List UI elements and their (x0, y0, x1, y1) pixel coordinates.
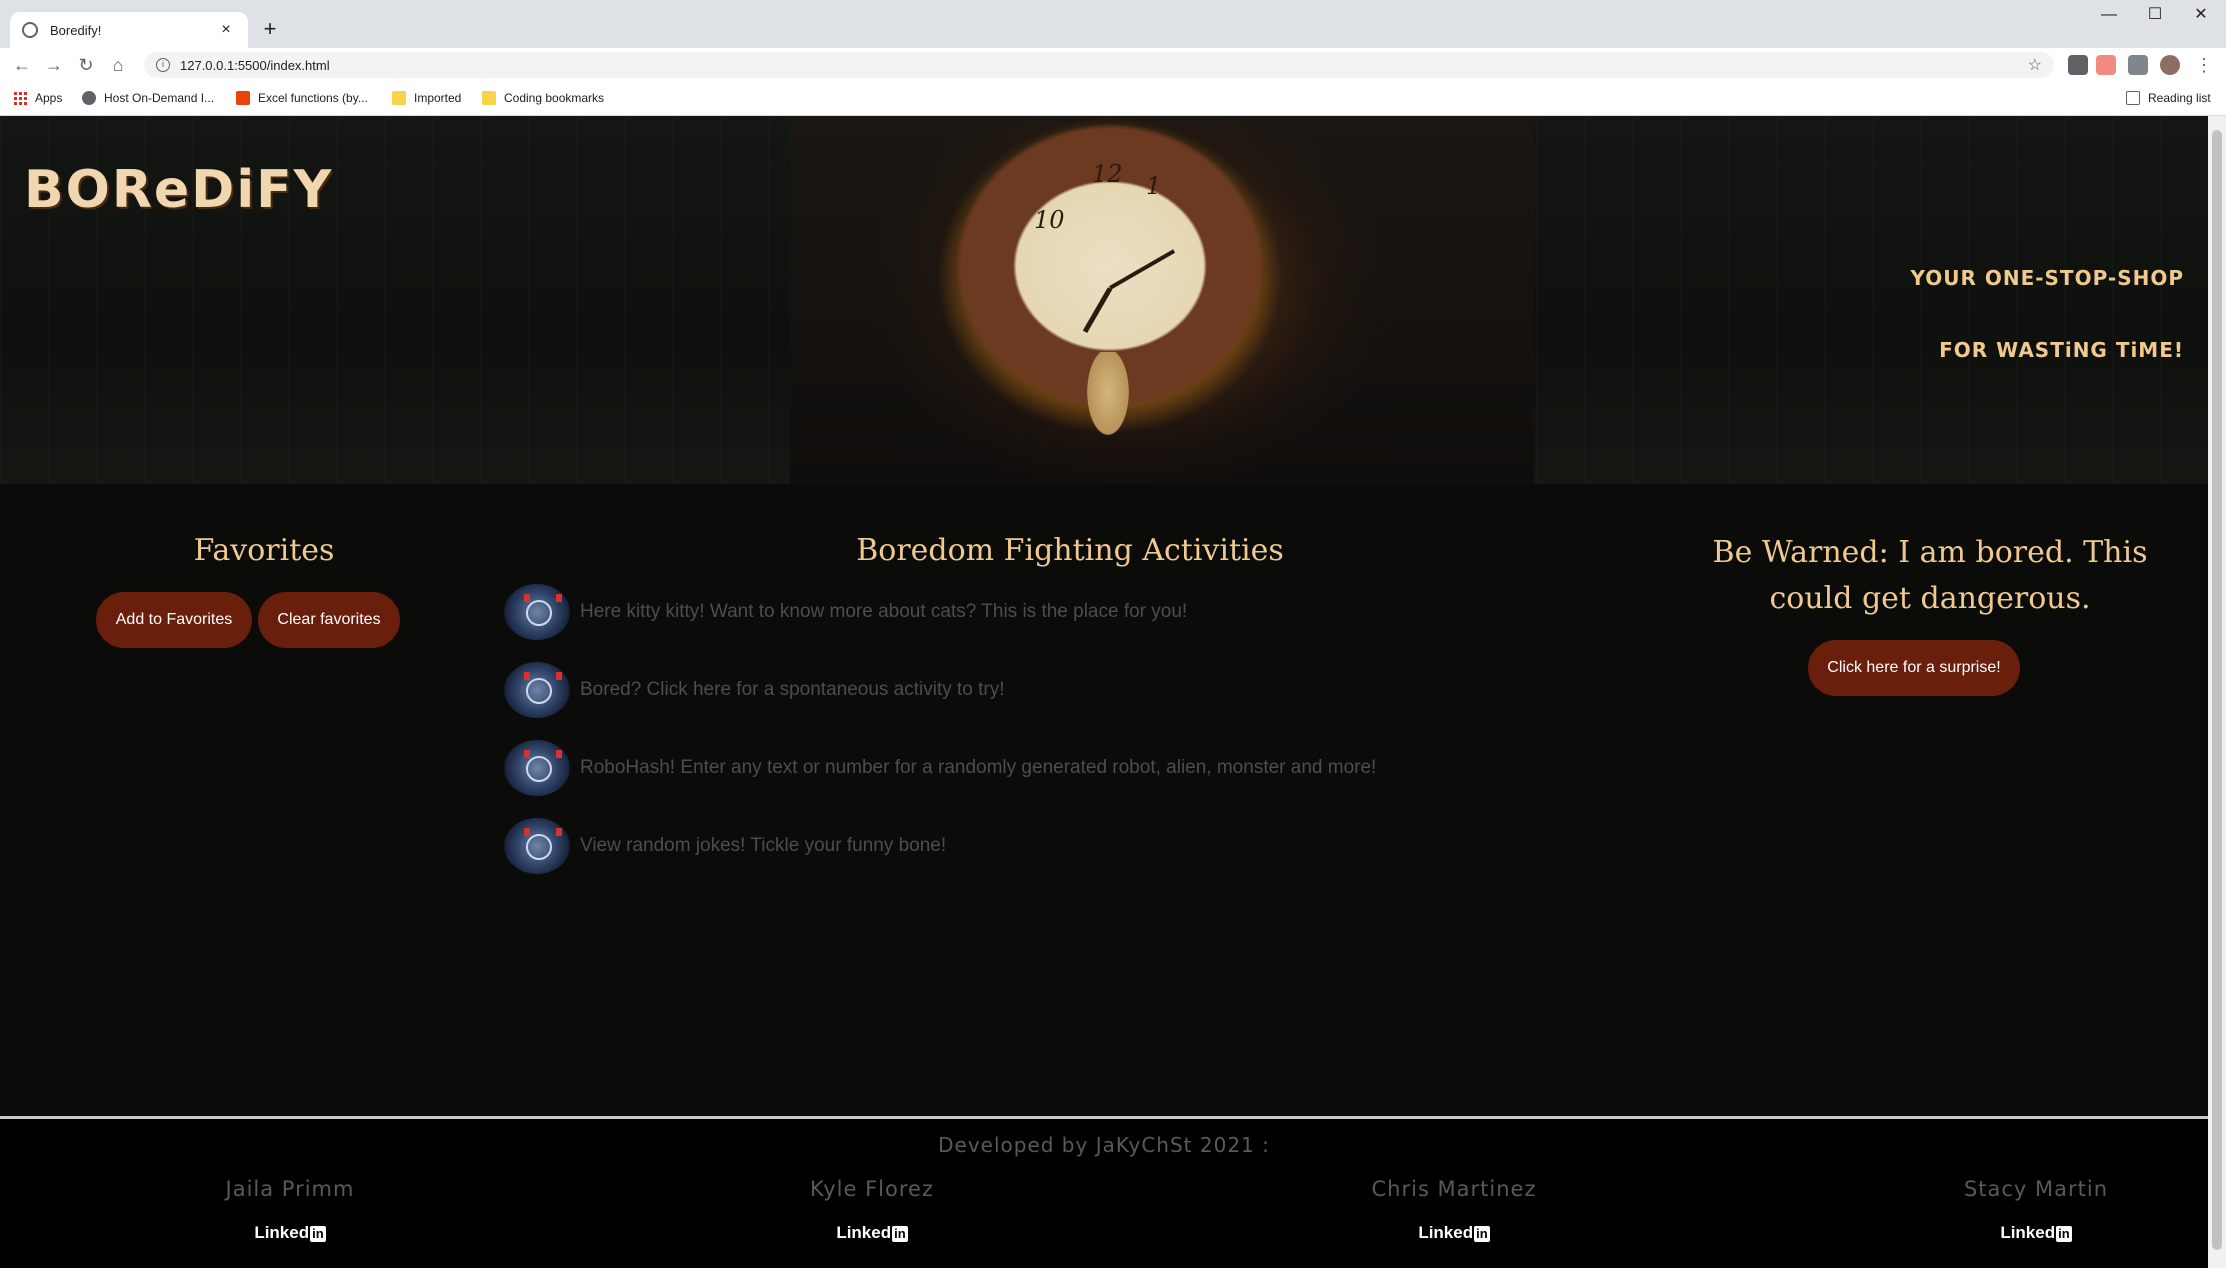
browser-toolbar: ← → ↻ ⌂ i 127.0.0.1:5500/index.html ☆ ⋮ (0, 48, 2226, 82)
activity-label: View random jokes! Tickle your funny bon… (580, 835, 947, 856)
activity-label: RoboHash! Enter any text or number for a… (580, 757, 1377, 778)
folder-icon (392, 91, 406, 105)
maximize-icon[interactable]: ☐ (2132, 0, 2178, 30)
url-text: 127.0.0.1:5500/index.html (180, 57, 330, 73)
activity-label: Bored? Click here for a spontaneous acti… (580, 679, 1005, 700)
browser-tab[interactable]: Boredify! × (10, 12, 248, 48)
browser-chrome: Boredify! × + — ☐ ✕ ← → ↻ ⌂ i 127.0.0.1:… (0, 0, 2226, 116)
page-content: 12 1 10 BOReDiFY YOUR ONE-STOP-SHOP FOR … (0, 116, 2208, 1268)
alarm-clock-icon (504, 740, 570, 796)
linkedin-icon[interactable]: Linked in (254, 1223, 326, 1243)
team-member: Jaila Primm Linked in (140, 1177, 440, 1243)
reading-list-icon (2126, 91, 2140, 105)
clock-drip (1078, 352, 1158, 470)
globe-icon (82, 91, 96, 105)
activities-heading: Boredom Fighting Activities (856, 533, 1284, 568)
bookmark-coding[interactable]: Coding bookmarks (482, 91, 604, 105)
activity-spontaneous[interactable]: Bored? Click here for a spontaneous acti… (504, 660, 1005, 720)
activity-robohash[interactable]: RoboHash! Enter any text or number for a… (504, 738, 1376, 798)
alarm-clock-icon (504, 818, 570, 874)
puzzle-icon[interactable] (2128, 55, 2148, 75)
surprise-button[interactable]: Click here for a surprise! (1808, 640, 2020, 696)
site-info-icon[interactable]: i (156, 58, 170, 72)
linkedin-icon[interactable]: Linked in (836, 1223, 908, 1243)
linkedin-icon[interactable]: Linked in (2000, 1223, 2072, 1243)
alarm-clock-icon (504, 662, 570, 718)
apps-icon (14, 91, 27, 105)
melting-clock-image (790, 116, 1534, 484)
member-name: Chris Martinez (1371, 1177, 1537, 1201)
minimize-icon[interactable]: — (2086, 0, 2132, 30)
bookmark-host[interactable]: Host On-Demand I... (82, 91, 214, 105)
member-name: Kyle Florez (810, 1177, 934, 1201)
team-member: Kyle Florez Linked in (722, 1177, 1022, 1243)
clock-numeral: 10 (1034, 206, 1065, 234)
add-to-favorites-button[interactable]: Add to Favorites (96, 592, 252, 648)
activity-cats[interactable]: Here kitty kitty! Want to know more abou… (504, 582, 1187, 642)
window-close-icon[interactable]: ✕ (2178, 0, 2224, 30)
reload-icon[interactable]: ↻ (72, 52, 100, 78)
surprise-heading: Be Warned: I am bored. This could get da… (1712, 535, 2148, 616)
reading-list-label: Reading list (2148, 91, 2211, 105)
bookmarks-bar: Apps Host On-Demand I... Excel functions… (0, 82, 2226, 116)
member-name: Stacy Martin (1963, 1177, 2109, 1201)
bookmark-label: Host On-Demand I... (104, 91, 215, 105)
team-member: Stacy Martin Linked in (1886, 1177, 2186, 1243)
tab-close-icon[interactable]: × (216, 21, 236, 39)
bookmark-imported[interactable]: Imported (392, 91, 461, 105)
activity-jokes[interactable]: View random jokes! Tickle your funny bon… (504, 816, 946, 876)
hero-banner: 12 1 10 BOReDiFY YOUR ONE-STOP-SHOP FOR … (0, 116, 2208, 484)
clock-numeral: 1 (1146, 172, 1162, 200)
bookmark-label: Apps (35, 91, 63, 105)
scrollbar-thumb[interactable] (2212, 130, 2222, 1250)
linkedin-icon[interactable]: Linked in (1418, 1223, 1490, 1243)
office-icon (236, 91, 250, 105)
address-bar[interactable]: i 127.0.0.1:5500/index.html ☆ (144, 52, 2054, 78)
home-icon[interactable]: ⌂ (104, 52, 132, 78)
bookmark-apps[interactable]: Apps (14, 91, 62, 105)
footer: Developed by JaKyChSt 2021 : Jaila Primm… (0, 1116, 2208, 1268)
avatar[interactable] (2160, 55, 2180, 75)
clock-numeral: 12 (1092, 160, 1123, 188)
bookmark-excel[interactable]: Excel functions (by... (236, 91, 368, 105)
clear-favorites-button[interactable]: Clear favorites (258, 592, 400, 648)
extension-icon[interactable] (2068, 55, 2088, 75)
bookmark-label: Coding bookmarks (504, 91, 605, 105)
tagline-line-2: FOR WASTiNG TiME! (1939, 338, 2184, 362)
globe-icon (22, 22, 38, 38)
bookmark-star-icon[interactable]: ☆ (2028, 55, 2042, 75)
activity-label: Here kitty kitty! Want to know more abou… (580, 601, 1188, 622)
tab-title: Boredify! (50, 22, 102, 38)
developed-by-text: Developed by JaKyChSt 2021 : (938, 1133, 1270, 1157)
back-icon[interactable]: ← (8, 52, 36, 78)
reading-list[interactable]: Reading list (2126, 91, 2211, 105)
alarm-clock-icon (504, 584, 570, 640)
member-name: Jaila Primm (225, 1177, 355, 1201)
new-tab-button[interactable]: + (256, 16, 284, 44)
bookmark-label: Excel functions (by... (258, 91, 368, 105)
forward-icon[interactable]: → (40, 52, 68, 78)
folder-icon (482, 91, 496, 105)
page-scrollbar[interactable] (2208, 116, 2226, 1268)
extension-icon[interactable] (2096, 55, 2116, 75)
site-logo[interactable]: BOReDiFY (24, 160, 333, 220)
tagline-line-1: YOUR ONE-STOP-SHOP (1910, 266, 2184, 290)
favorites-heading: Favorites (193, 533, 335, 568)
menu-icon[interactable]: ⋮ (2190, 52, 2218, 78)
tab-strip: Boredify! × + — ☐ ✕ (0, 0, 2226, 48)
team-member: Chris Martinez Linked in (1304, 1177, 1604, 1243)
bookmark-label: Imported (414, 91, 462, 105)
